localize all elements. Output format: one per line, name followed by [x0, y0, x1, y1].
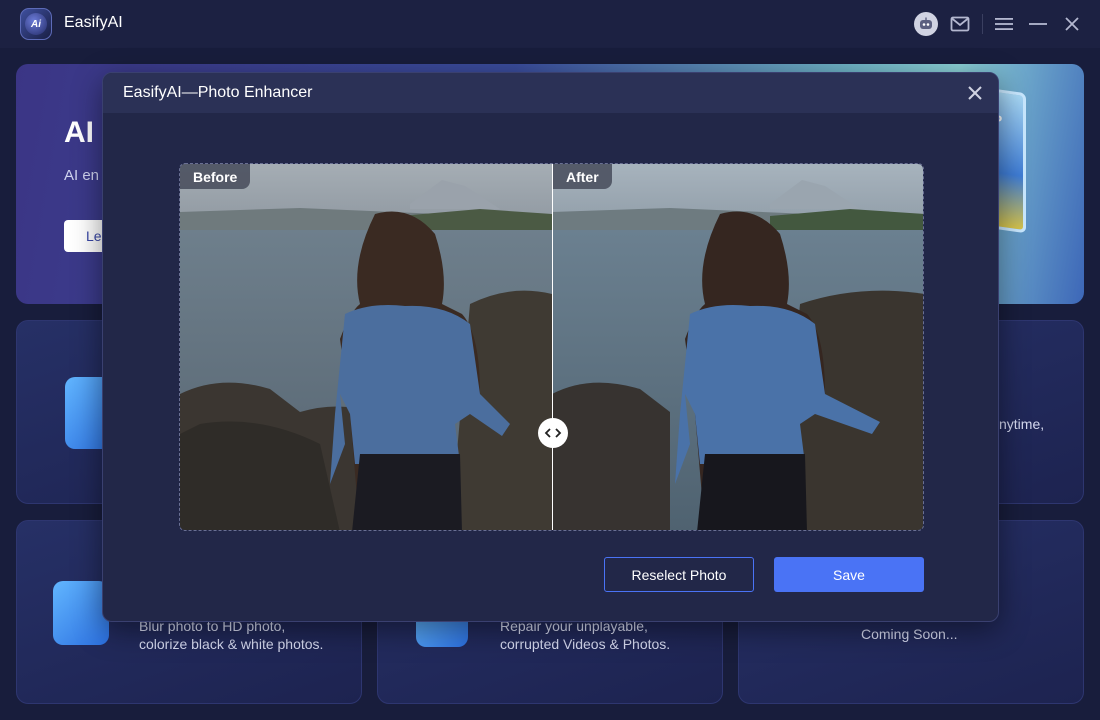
- card-5-description: Repair your unplayable, corrupted Videos…: [500, 617, 670, 653]
- compare-handle-icon: [544, 428, 562, 438]
- menu-icon: [995, 18, 1013, 30]
- photo-enhancer-dialog: EasifyAI—Photo Enhancer Before After Res…: [102, 72, 999, 622]
- mail-icon: [950, 16, 970, 32]
- menu-button[interactable]: [992, 12, 1016, 36]
- before-label: Before: [180, 164, 251, 189]
- app-logo-mark: Ai: [25, 13, 47, 35]
- robot-icon: [914, 12, 938, 36]
- minimize-icon: [1029, 23, 1047, 25]
- title-bar-separator: [982, 14, 983, 34]
- before-after-compare[interactable]: Before After: [179, 163, 924, 531]
- photo-enhancer-icon: [53, 581, 109, 645]
- dialog-title: EasifyAI—Photo Enhancer: [123, 84, 313, 101]
- save-button[interactable]: Save: [774, 557, 924, 592]
- card-5-line-2: corrupted Videos & Photos.: [500, 636, 671, 652]
- close-icon: [968, 86, 982, 100]
- coming-soon-text: Coming Soon...: [861, 626, 958, 642]
- window-close-button[interactable]: [1060, 12, 1084, 36]
- compare-slider-handle[interactable]: [538, 418, 568, 448]
- card-4-line-2: colorize black & white photos.: [139, 636, 324, 652]
- card-4-description: Blur photo to HD photo, colorize black &…: [139, 617, 323, 653]
- title-bar: Ai EasifyAI: [0, 0, 1100, 48]
- app-logo: Ai: [20, 8, 52, 40]
- app-title: EasifyAI: [64, 14, 123, 31]
- minimize-button[interactable]: [1026, 12, 1050, 36]
- after-label: After: [553, 164, 612, 189]
- mail-button[interactable]: [948, 12, 972, 36]
- before-image: [180, 164, 552, 530]
- card-3-text: nytime,: [999, 416, 1045, 432]
- reselect-photo-button[interactable]: Reselect Photo: [604, 557, 754, 592]
- dialog-header: EasifyAI—Photo Enhancer: [103, 73, 998, 113]
- dialog-close-button[interactable]: [965, 83, 985, 103]
- close-icon: [1065, 17, 1079, 31]
- compare-divider: [552, 164, 553, 530]
- hero-title: AI: [64, 116, 94, 149]
- after-image: [552, 164, 923, 530]
- robot-button[interactable]: [914, 12, 938, 36]
